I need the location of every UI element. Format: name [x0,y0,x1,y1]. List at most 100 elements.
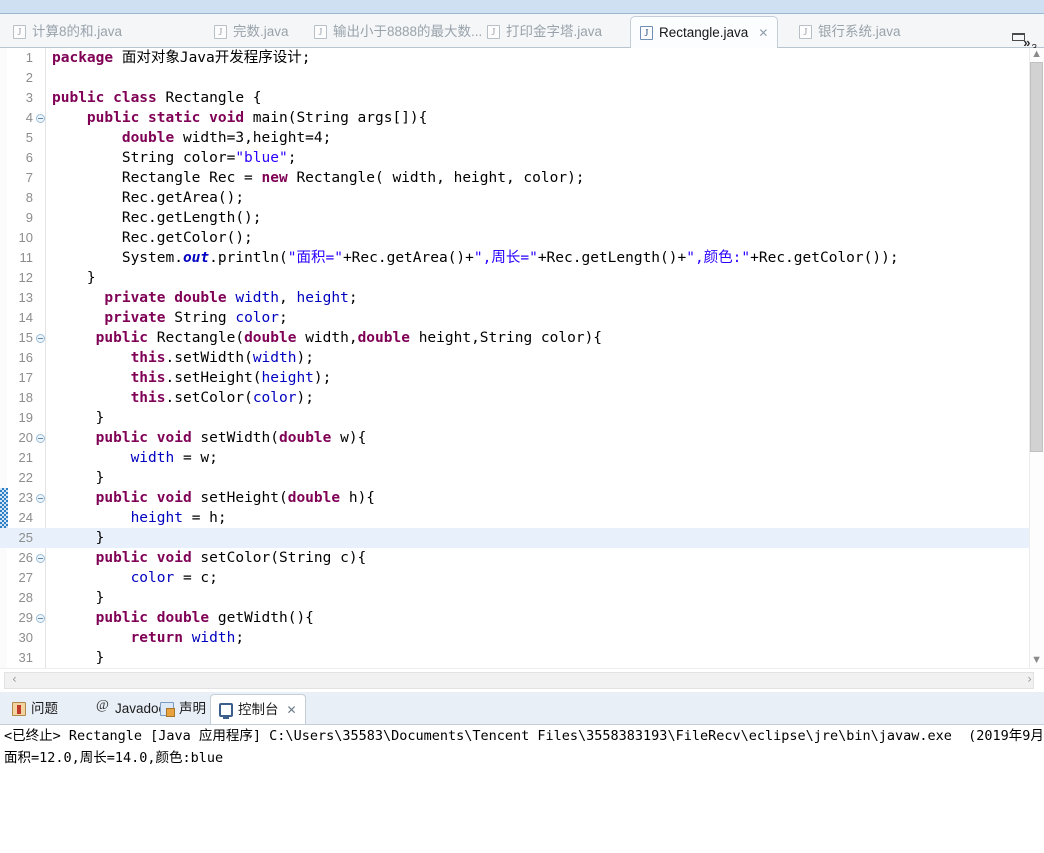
code-editor[interactable]: 1 package 面对对象Java开发程序设计; 2 3 public class R… [0,48,1044,668]
fold-collapse-icon[interactable] [36,494,45,503]
bottom-tab-4[interactable]: 控制台 ✕ [210,694,306,724]
console-view[interactable]: <已终止> Rectangle [Java 应用程序] C:\Users\355… [0,724,1044,853]
code-token: double [244,330,297,346]
code-line-2[interactable]: 2 [0,68,1029,88]
code-line-9[interactable]: 9 Rec.getLength(); [0,208,1029,228]
editor-tab-3[interactable]: 输出小于8888的最大数... [305,17,491,47]
scroll-down-arrow-icon[interactable]: ▼ [1031,654,1042,666]
line-number: 27 [18,570,33,585]
code-token: ); [296,390,314,406]
code-line-5[interactable]: 5 double width=3,height=4; [0,128,1029,148]
code-line-22[interactable]: 22 } [0,468,1029,488]
code-line-text: } [52,268,1029,288]
code-token: this [130,350,166,366]
code-token: width [252,350,297,366]
code-token: = c; [174,570,218,586]
fold-collapse-icon[interactable] [36,434,45,443]
code-line-11[interactable]: 11 System.out.println("面积="+Rec.getArea(… [0,248,1029,268]
code-token: ); [296,350,314,366]
scroll-left-arrow-icon[interactable]: ‹ [12,672,17,686]
code-line-1[interactable]: 1 package 面对对象Java开发程序设计; [0,48,1029,68]
code-token: width [191,630,236,646]
code-token: ; [287,150,297,166]
code-line-27[interactable]: 27 color = c; [0,568,1029,588]
code-line-8[interactable]: 8 Rec.getArea(); [0,188,1029,208]
editor-tab-2[interactable]: 完数.java [205,17,298,47]
java-file-icon [640,25,653,41]
code-line-31[interactable]: 31 } [0,648,1029,668]
code-token: this [130,370,166,386]
fold-collapse-icon[interactable] [36,554,45,563]
editor-tab-6[interactable]: 银行系统.java [790,17,910,47]
code-line-23[interactable]: 23 public void setHeight(double h){ [0,488,1029,508]
close-icon[interactable]: ✕ [287,704,297,716]
fold-collapse-icon[interactable] [36,334,45,343]
code-line-28[interactable]: 28 } [0,588,1029,608]
code-line-17[interactable]: 17 this.setHeight(height); [0,368,1029,388]
code-line-21[interactable]: 21 width = w; [0,448,1029,468]
code-line-10[interactable]: 10 Rec.getColor(); [0,228,1029,248]
java-file-icon [799,25,812,40]
code-token: } [52,530,105,546]
bottom-tab-label: 声明 [179,701,206,717]
line-number: 22 [18,470,33,485]
code-lines[interactable]: 1 package 面对对象Java开发程序设计; 2 3 public class R… [0,48,1029,668]
code-line-16[interactable]: 16 this.setWidth(width); [0,348,1029,368]
code-token: Rectangle( [148,330,245,346]
scroll-up-arrow-icon[interactable]: ▲ [1031,48,1042,60]
declaration-icon [160,702,175,717]
code-token: } [52,270,96,286]
editor-tab-4[interactable]: 打印金字塔.java [478,17,611,47]
java-file-icon [214,25,227,40]
fold-collapse-icon[interactable] [36,614,45,623]
toolbar-strip [0,0,1044,14]
line-number: 31 [18,650,33,665]
code-token: ",周长=" [473,250,538,266]
bottom-tab-3[interactable]: 声明 [152,695,214,723]
code-line-24[interactable]: 24 height = h; [0,508,1029,528]
code-line-18[interactable]: 18 this.setColor(color); [0,388,1029,408]
fold-collapse-icon[interactable] [36,114,45,123]
code-line-14[interactable]: 14 private String color; [0,308,1029,328]
code-line-13[interactable]: 13 private double width, height; [0,288,1029,308]
code-line-4[interactable]: 4 public static void main(String args[])… [0,108,1029,128]
editor-horizontal-scrollbar[interactable]: ‹ › [0,668,1044,692]
code-line-6[interactable]: 6 String color="blue"; [0,148,1029,168]
code-line-19[interactable]: 19 } [0,408,1029,428]
horizontal-scroll-track[interactable] [4,672,1034,689]
code-token: this [130,390,166,406]
code-line-20[interactable]: 20 public void setWidth(double w){ [0,428,1029,448]
close-icon[interactable]: ✕ [758,27,768,39]
code-token: width=3,height=4; [174,130,332,146]
editor-tab-5[interactable]: Rectangle.java ✕ [630,16,779,48]
code-line-12[interactable]: 12 } [0,268,1029,288]
vertical-scroll-thumb[interactable] [1030,62,1043,452]
restore-window-button[interactable] [1008,31,1030,43]
code-line-30[interactable]: 30 return width; [0,628,1029,648]
bottom-tab-1[interactable]: 问题 [4,695,66,723]
code-line-3[interactable]: 3 public class Rectangle { [0,88,1029,108]
code-line-text: } [52,468,1029,488]
code-token: setHeight( [191,490,288,506]
code-line-text: public static void main(String args[]){ [52,108,1029,128]
scroll-right-arrow-icon[interactable]: › [1027,672,1032,686]
code-line-text: String color="blue"; [52,148,1029,168]
code-line-text: height = h; [52,508,1029,528]
line-number: 6 [25,150,33,165]
code-token: public [95,330,149,346]
code-line-15[interactable]: 15 public Rectangle(double width,double … [0,328,1029,348]
code-line-25[interactable]: 25 } [0,528,1029,548]
java-file-icon [487,25,500,40]
code-line-29[interactable]: 29 public double getWidth(){ [0,608,1029,628]
line-number: 29 [18,610,33,625]
code-line-text: Rec.getArea(); [52,188,1029,208]
code-token: +Rec.getArea()+ [342,250,474,266]
code-line-7[interactable]: 7 Rectangle Rec = new Rectangle( width, … [0,168,1029,188]
code-token: private double [104,290,227,306]
code-line-26[interactable]: 26 public void setColor(String c){ [0,548,1029,568]
editor-tab-1[interactable]: 计算8的和.java [4,17,131,47]
editor-vertical-scrollbar[interactable]: ▲ ▼ [1029,48,1044,668]
code-token: public static void [86,110,245,126]
